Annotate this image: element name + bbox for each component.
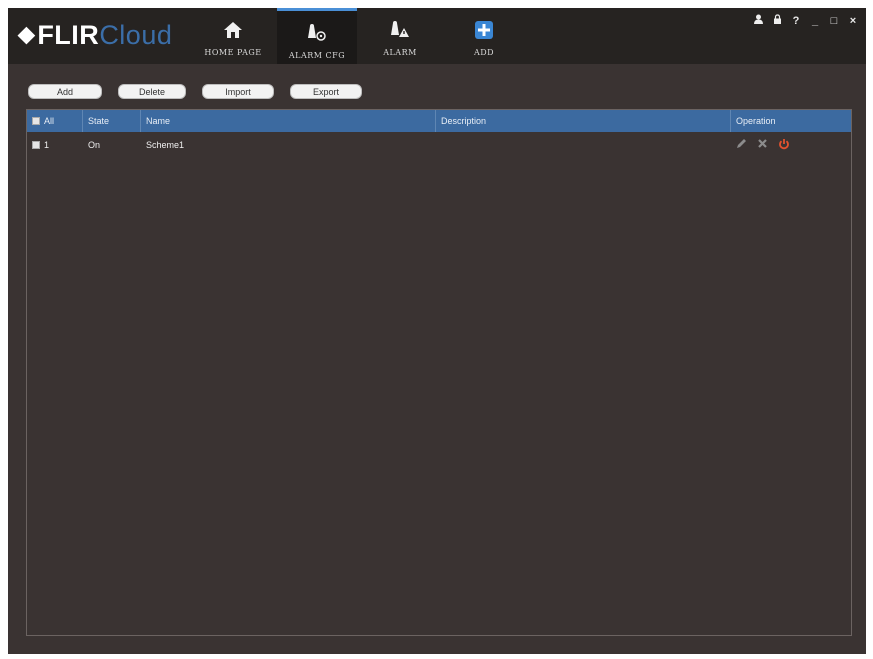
tab-alarm-label: ALARM (383, 48, 417, 57)
row-checkbox[interactable] (32, 141, 40, 149)
help-button[interactable]: ? (791, 15, 801, 27)
table-row[interactable]: 1 On Scheme1 (27, 134, 851, 156)
row-operations (731, 134, 851, 156)
table-header: All State Name Description Operation (27, 110, 851, 132)
logo-flir-text: FLIR (37, 19, 100, 50)
import-button[interactable]: Import (202, 84, 274, 99)
maximize-button[interactable]: □ (829, 15, 839, 27)
header-state: State (83, 110, 141, 132)
tab-add-label: ADD (473, 48, 495, 57)
tab-home-page[interactable]: HOME PAGE (193, 8, 273, 64)
tab-home-page-label: HOME PAGE (204, 48, 262, 57)
row-description (436, 134, 731, 156)
minimize-button[interactable]: _ (810, 15, 820, 27)
edit-icon[interactable] (736, 138, 747, 152)
flir-cloud-logo: ⬥ FLIR Cloud (18, 18, 172, 52)
select-all-checkbox[interactable] (32, 117, 40, 125)
toolbar: Add Delete Import Export (28, 84, 362, 99)
header-all[interactable]: All (27, 110, 83, 132)
tab-alarm-cfg-label: ALARM CFG (288, 51, 346, 60)
logo-mark: ⬥ (18, 21, 36, 48)
top-navigation-bar: ⬥ FLIR Cloud HOME PAGE ALARM CFG ALARM A… (8, 8, 866, 64)
row-select-cell[interactable]: 1 (27, 134, 83, 156)
tab-alarm[interactable]: ALARM (360, 8, 440, 64)
close-button[interactable]: × (848, 15, 858, 27)
row-state: On (88, 140, 101, 150)
tab-add[interactable]: ADD (444, 8, 524, 64)
lock-icon[interactable] (772, 14, 782, 27)
row-index: 1 (44, 140, 50, 150)
window-controls: ? _ □ × (753, 14, 858, 27)
user-icon[interactable] (753, 14, 763, 27)
delete-icon[interactable] (757, 138, 768, 152)
export-button[interactable]: Export (290, 84, 362, 99)
scheme-table: All State Name Description Operation 1 O… (26, 109, 852, 636)
add-icon (473, 20, 495, 40)
add-button[interactable]: Add (28, 84, 102, 99)
alarm-config-icon (306, 23, 328, 43)
app-window: ⬥ FLIR Cloud HOME PAGE ALARM CFG ALARM A… (8, 8, 866, 654)
alarm-icon (389, 20, 411, 40)
header-name: Name (141, 110, 436, 132)
delete-button[interactable]: Delete (118, 84, 186, 99)
logo-cloud-text: Cloud (99, 19, 173, 50)
row-name: Scheme1 (146, 140, 185, 150)
power-icon[interactable] (778, 138, 790, 153)
tab-alarm-cfg[interactable]: ALARM CFG (277, 8, 357, 64)
header-all-label: All (44, 116, 55, 126)
header-operation: Operation (736, 116, 776, 126)
header-description: Description (436, 110, 731, 132)
home-icon (222, 20, 244, 40)
